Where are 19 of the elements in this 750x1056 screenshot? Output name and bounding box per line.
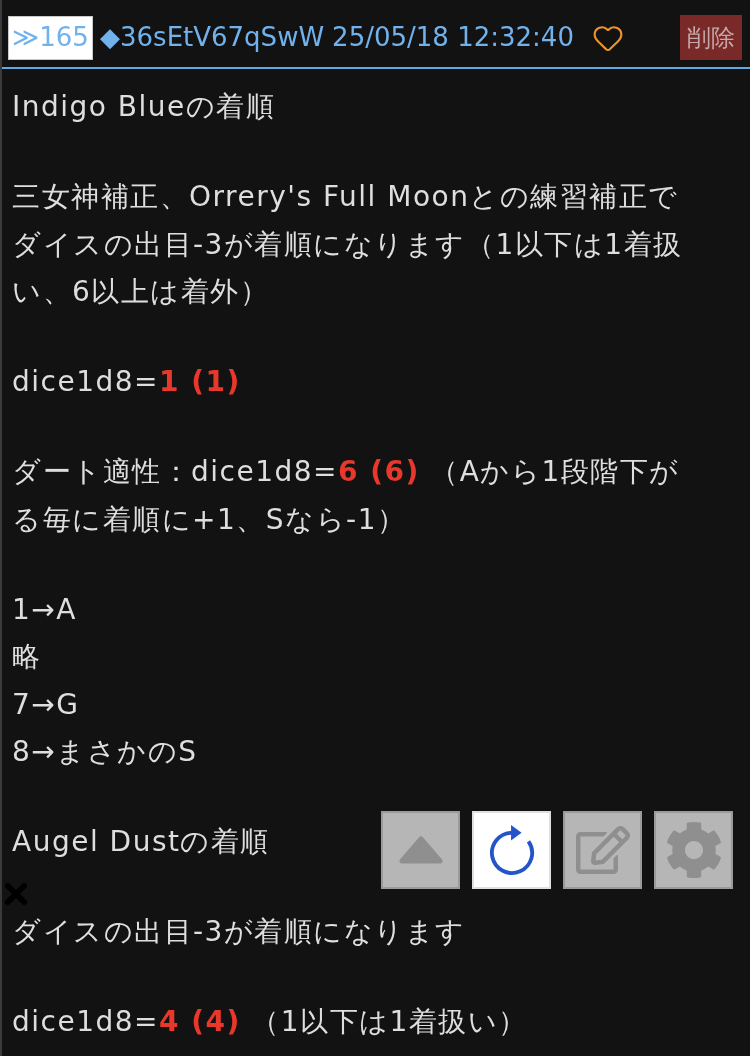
settings-icon: [664, 821, 723, 879]
post-number-link[interactable]: ≫165: [8, 15, 93, 60]
dice-roll-text: dice1d8=1 (1): [12, 364, 241, 400]
refresh-icon: [488, 824, 535, 876]
delete-button[interactable]: 削除: [680, 15, 742, 60]
post-text: Augel Dustの着順: [12, 824, 270, 860]
post-text: 三女神補正、Orrery's Full Moonとの練習補正でダイスの出目-3が着順になります（1以下は1着扱い、6以上は着外）: [12, 179, 684, 310]
post-text: 略: [12, 639, 42, 675]
post-datetime: 25/05/18 12:32:40: [332, 21, 574, 54]
dice-roll-text: dice1d8=4 (4) （1以下は1着扱い）: [12, 1004, 528, 1040]
triangle-up-icon: [398, 836, 443, 864]
post-text: Indigo Blueの着順: [12, 89, 276, 125]
post-text: ダイスの出目-3が着順になります: [12, 914, 466, 950]
post-text: 7→G: [12, 686, 80, 723]
post-text: 1→A: [12, 591, 77, 628]
dice-roll-text: ダート適性：dice1d8=6 (6) （Aから1段階下がる毎に着順に+1、Sなら-1）: [12, 454, 681, 538]
edit-icon: [575, 823, 630, 877]
poster-id: ◆36sEtV67qSwW: [100, 21, 325, 54]
post-text: 8→まさかのS: [12, 734, 198, 770]
